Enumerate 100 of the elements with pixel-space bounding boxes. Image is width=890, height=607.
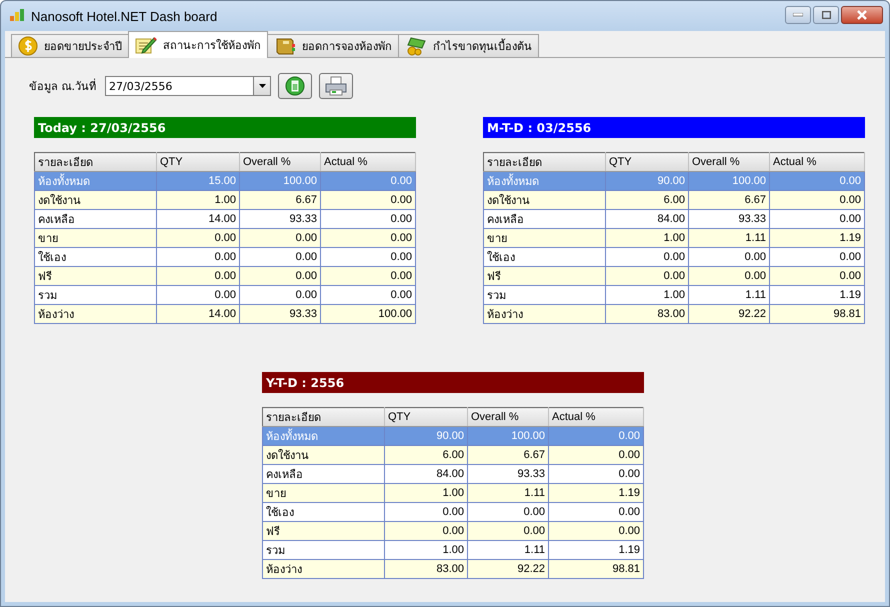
table-cell: 84.00 [606, 210, 688, 228]
tab[interactable]: ยอดขายประจำปี [11, 34, 129, 57]
table-cell: 1.19 [770, 286, 864, 304]
book-icon [274, 36, 296, 56]
table-cell: 1.00 [606, 286, 688, 304]
money-coins-icon [405, 36, 427, 56]
table-cell: ขาย [262, 484, 384, 502]
minimize-icon [793, 13, 803, 17]
table-cell: 100.00 [240, 172, 320, 190]
column-header[interactable]: QTY [606, 152, 688, 172]
tab-label: กำไรขาดทุนเบื้องต้น [433, 38, 532, 55]
column-header[interactable]: QTY [156, 152, 240, 172]
table-cell: 0.00 [770, 266, 864, 286]
table-cell: 0.00 [606, 248, 688, 266]
table-cell: ขาย [34, 228, 156, 248]
table-cell: 1.00 [606, 228, 688, 248]
table-cell: 0.00 [156, 248, 240, 266]
close-button[interactable] [841, 6, 883, 24]
table-cell: 14.00 [156, 304, 240, 324]
column-header[interactable]: Actual % [320, 152, 416, 172]
table-cell: งดใช้งาน [484, 190, 606, 210]
tab-label: สถานะการใช้ห้องพัก [163, 38, 261, 54]
dropdown-button[interactable] [253, 76, 271, 96]
tab[interactable]: ยอดการจองห้องพัก [267, 34, 399, 57]
table-cell: ฟรี [34, 266, 156, 286]
table-cell: 0.00 [320, 266, 416, 286]
table-cell: 0.00 [156, 266, 240, 286]
minimize-button[interactable] [785, 6, 811, 24]
table-cell: 14.00 [156, 210, 240, 228]
table-cell: 0.00 [240, 286, 320, 304]
column-header[interactable]: รายละเอียด [34, 152, 156, 172]
table-cell: 98.81 [548, 560, 644, 578]
calculator-button[interactable] [278, 73, 312, 99]
close-icon [856, 10, 868, 20]
table-cell: 0.00 [688, 266, 770, 286]
column-header[interactable]: Actual % [548, 408, 644, 426]
table-cell: 84.00 [384, 464, 468, 484]
table-cell: 0.00 [384, 502, 468, 522]
table-cell: คงเหลือ [262, 464, 384, 484]
coin-icon [18, 36, 38, 56]
table-cell: 0.00 [240, 228, 320, 248]
table-cell: 15.00 [156, 172, 240, 190]
panel-header: Today : 27/03/2556 [34, 117, 416, 138]
tab[interactable]: สถานะการใช้ห้องพัก [128, 31, 268, 58]
table-cell: 0.00 [240, 248, 320, 266]
table-cell: 0.00 [320, 286, 416, 304]
table-cell: 1.11 [688, 286, 770, 304]
printer-icon [324, 76, 348, 96]
table-cell: 0.00 [320, 248, 416, 266]
column-header[interactable]: รายละเอียด [262, 408, 384, 426]
table-cell: รวม [34, 286, 156, 304]
table-cell: ห้องทั้งหมด [262, 426, 384, 446]
table-cell: 100.00 [688, 172, 770, 190]
table-cell: 1.11 [688, 228, 770, 248]
table-cell: ใช้เอง [262, 502, 384, 522]
date-field[interactable]: 27/03/2556 [105, 76, 253, 96]
table-cell: คงเหลือ [34, 210, 156, 228]
table-cell: 1.19 [548, 484, 644, 502]
column-header[interactable]: รายละเอียด [484, 152, 606, 172]
table-cell: ใช้เอง [484, 248, 606, 266]
table-cell: 0.00 [770, 248, 864, 266]
table-cell: 6.67 [688, 190, 770, 210]
window-title: Nanosoft Hotel.NET Dash board [31, 8, 218, 24]
table-cell: ห้องว่าง [484, 304, 606, 324]
table-cell: 0.00 [320, 228, 416, 248]
table-cell: 93.33 [240, 210, 320, 228]
table-cell: 0.00 [770, 190, 864, 210]
table-cell: 0.00 [384, 522, 468, 540]
table-cell: 0.00 [468, 502, 548, 522]
table-cell: 93.33 [688, 210, 770, 228]
table-cell: 0.00 [548, 426, 644, 446]
column-header[interactable]: Overall % [240, 152, 320, 172]
bar-chart-icon [9, 8, 25, 24]
tab-label: ยอดการจองห้องพัก [302, 39, 392, 55]
print-button[interactable] [319, 73, 353, 99]
table-cell: 100.00 [468, 426, 548, 446]
table-cell: 90.00 [606, 172, 688, 190]
tab[interactable]: กำไรขาดทุนเบื้องต้น [398, 34, 539, 57]
maximize-button[interactable] [813, 6, 839, 24]
table-cell: 6.67 [240, 190, 320, 210]
table-cell: 93.33 [240, 304, 320, 324]
table-cell: 1.11 [468, 540, 548, 560]
column-header[interactable]: QTY [384, 408, 468, 426]
panel-header: Y-T-D : 2556 [262, 372, 644, 393]
column-header[interactable]: Overall % [468, 408, 548, 426]
date-label: ข้อมูล ณ.วันที่ [29, 78, 97, 95]
table-cell: 83.00 [606, 304, 688, 324]
table-cell: 0.00 [320, 172, 416, 190]
table-cell: ห้องว่าง [262, 560, 384, 578]
table-cell: 90.00 [384, 426, 468, 446]
panel-header: M-T-D : 03/2556 [483, 117, 865, 138]
dropdown-arrow-icon [258, 84, 266, 88]
maximize-icon [822, 11, 830, 19]
column-header[interactable]: Overall % [688, 152, 770, 172]
column-header[interactable]: Actual % [770, 152, 864, 172]
table-cell: ห้องทั้งหมด [34, 172, 156, 190]
table-cell: 0.00 [770, 210, 864, 228]
table-cell: งดใช้งาน [262, 446, 384, 464]
table-cell: 92.22 [688, 304, 770, 324]
table-cell: ห้องว่าง [34, 304, 156, 324]
